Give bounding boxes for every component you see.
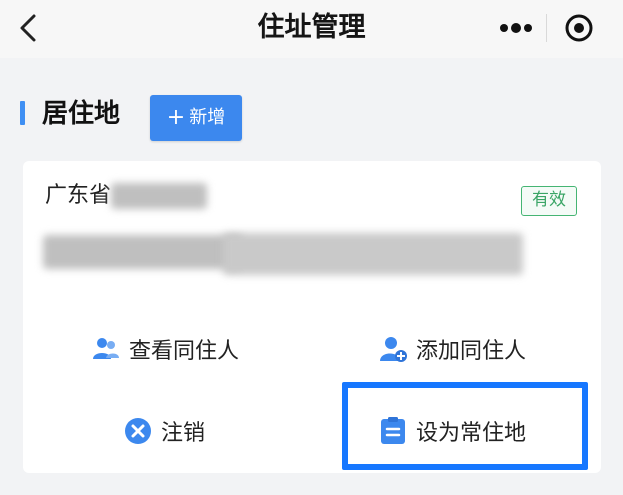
mini-program-capsule — [482, 6, 612, 50]
close-circle-icon — [125, 418, 151, 444]
capsule-divider — [546, 14, 547, 42]
section-title: 居住地 — [42, 99, 121, 129]
view-cohabitants-button[interactable]: 查看同住人 — [91, 329, 239, 369]
address-province: 广东省 — [45, 183, 112, 208]
redacted-address-line1 — [111, 183, 207, 209]
section-accent-bar — [20, 101, 25, 125]
cancel-address-button[interactable]: 注销 — [123, 411, 205, 451]
add-button-label: 新增 — [189, 107, 226, 128]
people-icon — [93, 338, 119, 359]
redacted-address-smear — [223, 233, 523, 275]
more-dots-icon[interactable] — [496, 15, 536, 41]
add-address-button[interactable]: + 新增 — [150, 95, 242, 141]
cancel-label: 注销 — [161, 421, 206, 446]
redacted-address-line2 — [43, 235, 243, 269]
plus-icon: + — [166, 105, 186, 130]
highlight-annotation-box — [342, 382, 588, 470]
target-circle-icon[interactable] — [564, 13, 594, 43]
add-cohabitant-button[interactable]: 添加同住人 — [378, 329, 526, 369]
status-badge: 有效 — [521, 186, 577, 216]
add-cohabitant-label: 添加同住人 — [416, 339, 527, 364]
nav-bar: 住址管理 — [0, 0, 623, 58]
view-cohabitants-label: 查看同住人 — [129, 339, 240, 364]
add-person-icon — [380, 337, 407, 362]
